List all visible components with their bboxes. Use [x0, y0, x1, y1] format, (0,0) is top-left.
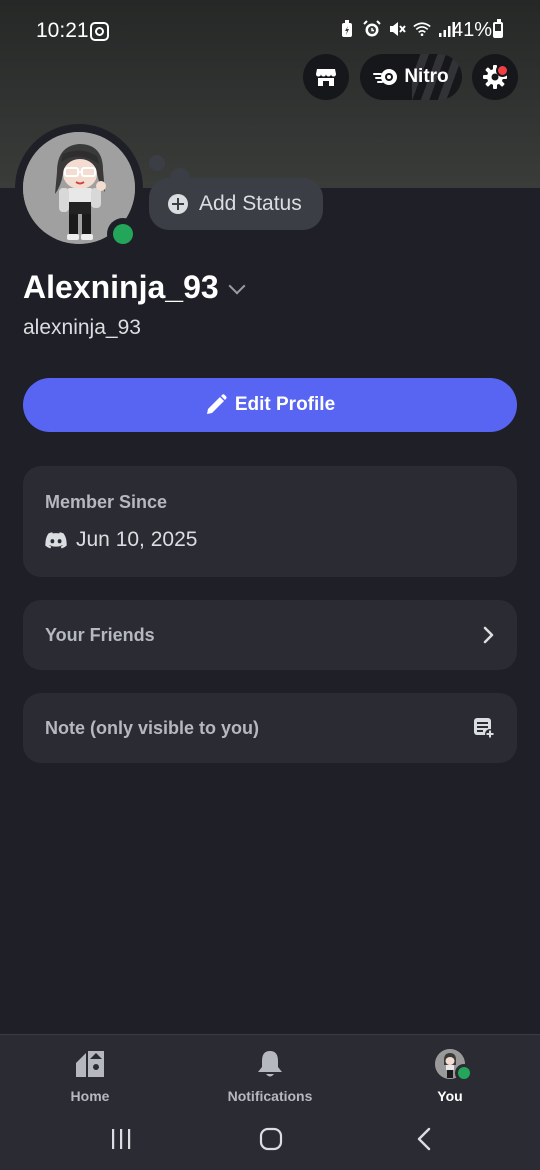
shop-icon — [316, 69, 336, 86]
note-field[interactable]: Note (only visible to you) — [23, 693, 517, 763]
add-status-button[interactable]: Add Status — [149, 178, 323, 230]
tab-you[interactable]: You — [390, 1047, 510, 1107]
mute-icon — [388, 20, 406, 38]
your-friends-label: Your Friends — [45, 625, 155, 645]
back-icon — [417, 1127, 431, 1151]
chevron-right-icon — [483, 626, 494, 644]
bell-icon — [258, 1051, 282, 1077]
recents-icon — [112, 1129, 131, 1149]
online-status-indicator — [113, 224, 133, 244]
tab-notifications-label: Notifications — [227, 1088, 313, 1104]
nitro-label: Nitro — [404, 66, 449, 87]
your-friends-row[interactable]: Your Friends — [23, 600, 517, 670]
home-button[interactable] — [251, 1124, 291, 1154]
status-bubble-dot — [149, 155, 165, 171]
chevron-down-icon[interactable] — [228, 277, 246, 295]
system-navigation-bar — [0, 1110, 540, 1170]
back-button[interactable] — [404, 1124, 444, 1154]
member-since-date: Jun 10, 2025 — [76, 528, 198, 551]
tab-home-label: Home — [70, 1088, 110, 1104]
instagram-icon — [90, 22, 109, 41]
settings-button[interactable] — [472, 54, 518, 100]
battery-level — [495, 31, 501, 36]
note-placeholder: Note (only visible to you) — [45, 718, 260, 738]
pencil-icon — [206, 394, 227, 414]
profile-screen: 10:21 41% Nitro Add Status Alexninja_93 … — [0, 0, 540, 1170]
online-status-indicator — [455, 1064, 473, 1082]
alarm-icon — [363, 20, 381, 38]
shop-button[interactable] — [303, 54, 349, 100]
discord-icon — [45, 531, 67, 548]
member-since-heading: Member Since — [45, 492, 168, 512]
wifi-icon — [413, 20, 431, 38]
edit-profile-label: Edit Profile — [234, 394, 336, 415]
display-name: Alexninja_93 — [23, 269, 219, 305]
tab-home[interactable]: Home — [30, 1047, 150, 1107]
battery-percent: 41% — [452, 19, 493, 41]
status-icons — [338, 20, 456, 38]
battery-icon — [493, 19, 503, 38]
status-time: 10:21 — [36, 19, 89, 42]
home-circle-icon — [259, 1127, 283, 1151]
status-bar: 10:21 41% — [0, 0, 540, 60]
tab-you-label: You — [437, 1088, 463, 1104]
note-add-icon — [474, 718, 495, 739]
nitro-button[interactable]: Nitro — [360, 54, 462, 100]
add-status-label: Add Status — [199, 192, 302, 215]
recents-button[interactable] — [101, 1124, 141, 1154]
notification-dot — [496, 64, 509, 77]
tab-notifications[interactable]: Notifications — [210, 1047, 330, 1107]
avatar — [435, 1049, 473, 1082]
member-since-card: Member Since Jun 10, 2025 — [23, 466, 517, 577]
battery-saver-icon — [338, 20, 356, 38]
nitro-icon — [373, 69, 398, 85]
username: alexninja_93 — [23, 316, 141, 339]
edit-profile-button[interactable]: Edit Profile — [23, 378, 517, 432]
home-icon — [76, 1051, 104, 1077]
plus-circle-icon — [168, 194, 188, 214]
